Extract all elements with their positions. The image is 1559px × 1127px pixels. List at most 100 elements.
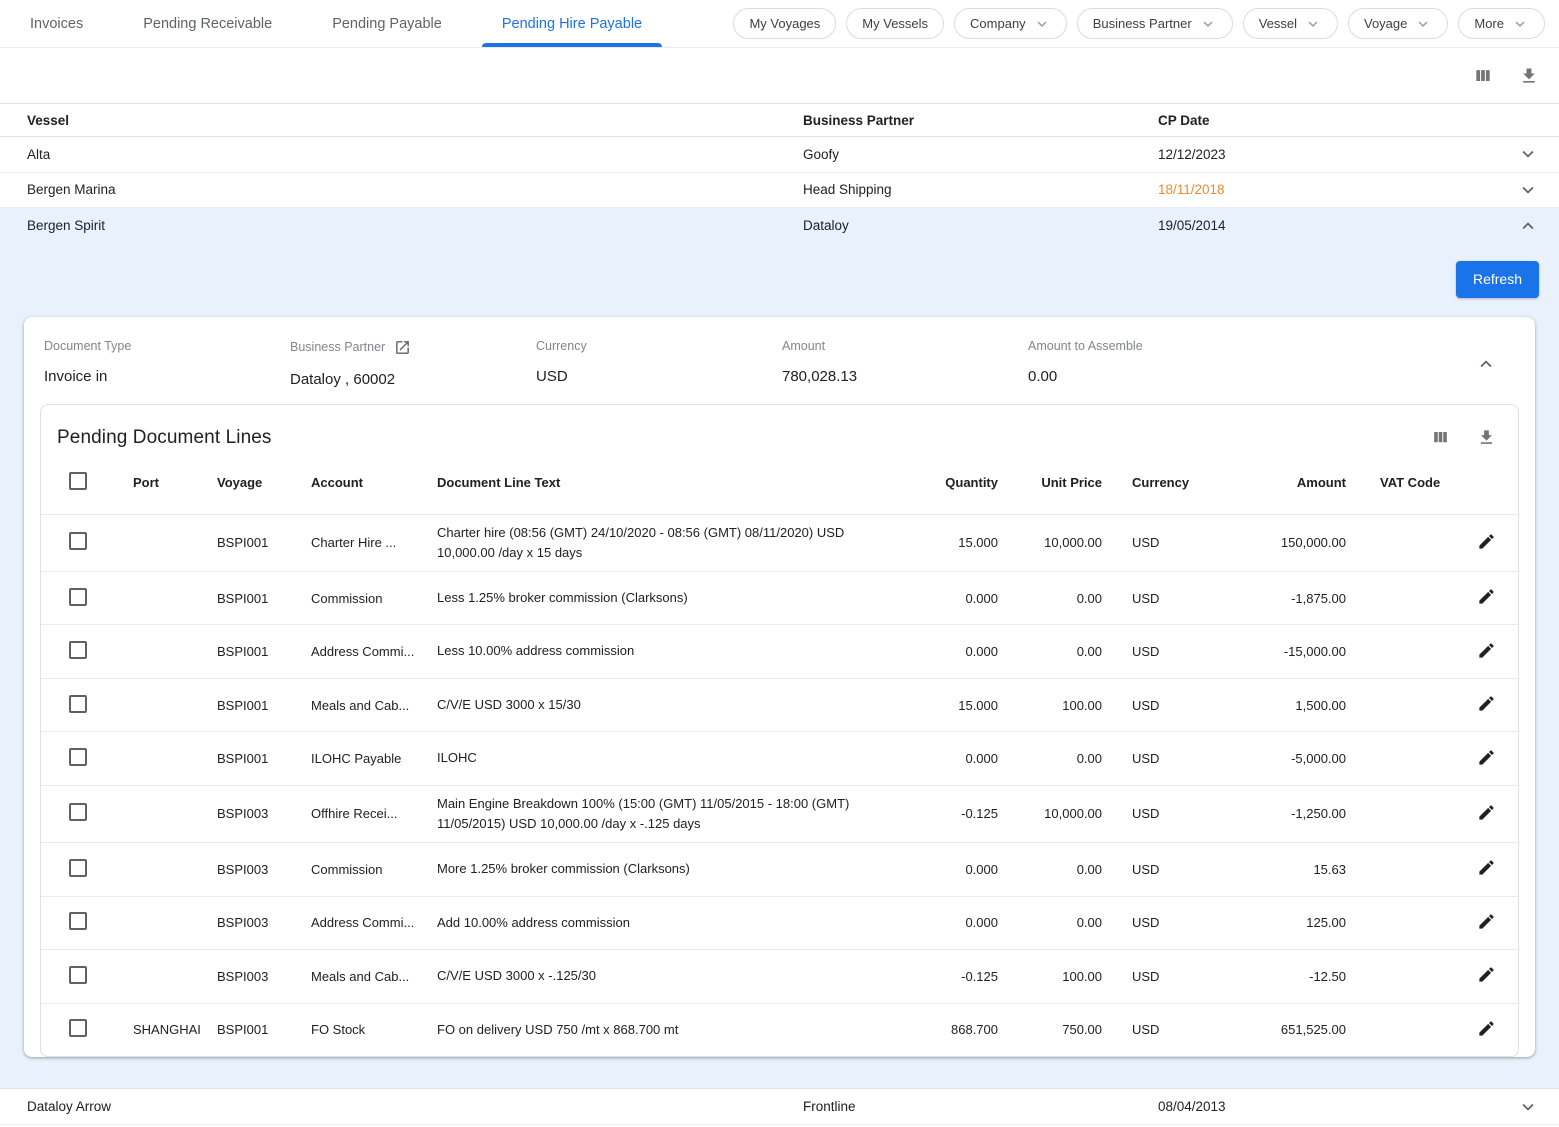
edit-line-icon[interactable] xyxy=(1477,532,1496,554)
vessel-name: Dataloy Arrow xyxy=(27,1099,803,1114)
row-checkbox[interactable] xyxy=(69,695,87,713)
document-line-text-cell: FO on delivery USD 750 /mt x 868.700 mt xyxy=(415,1012,918,1048)
document-field-document-type: Document Type Invoice in xyxy=(44,339,290,388)
tab-label: Pending Receivable xyxy=(143,16,272,32)
edit-line-icon[interactable] xyxy=(1477,803,1496,825)
document-field-business-partner: Business Partner Dataloy , 60002 xyxy=(290,339,536,388)
pending-document-lines-card: Pending Document Lines Port Voyage Accou… xyxy=(40,404,1519,1058)
lines-columns-icon[interactable] xyxy=(1428,426,1452,450)
quantity-cell: 0.000 xyxy=(918,751,1008,766)
cp-date: 08/04/2013 xyxy=(1158,1099,1497,1114)
edit-line-icon[interactable] xyxy=(1477,694,1496,716)
quantity-cell: 868.700 xyxy=(918,1022,1008,1037)
filter-chip-more[interactable]: More xyxy=(1458,8,1545,39)
voyage-cell: BSPI003 xyxy=(197,915,291,930)
tab-pending-receivable[interactable]: Pending Receivable xyxy=(113,0,302,47)
currency-cell: USD xyxy=(1112,644,1196,659)
filter-chip-my-voyages[interactable]: My Voyages xyxy=(733,8,836,39)
amount-cell: 125.00 xyxy=(1196,915,1356,930)
tab-label: Invoices xyxy=(30,16,83,32)
quantity-cell: 15.000 xyxy=(918,698,1008,713)
currency-cell: USD xyxy=(1112,698,1196,713)
document-line-row: BSPI003 Commission More 1.25% broker com… xyxy=(41,842,1518,896)
cp-date-column-header: CP Date xyxy=(1158,113,1497,128)
expanded-vessel-panel: Refresh Document Type Invoice in Busines… xyxy=(0,244,1559,1089)
tab-pending-hire-payable[interactable]: Pending Hire Payable xyxy=(472,0,672,47)
row-checkbox[interactable] xyxy=(69,966,87,984)
document-line-text-cell: Less 10.00% address commission xyxy=(415,633,918,669)
expand-chevron-icon[interactable] xyxy=(1497,179,1559,201)
row-checkbox[interactable] xyxy=(69,912,87,930)
voyage-column-header: Voyage xyxy=(197,475,291,490)
document-field-value: Invoice in xyxy=(44,368,290,385)
document-field-currency: Currency USD xyxy=(536,339,782,388)
vessel-name: Bergen Marina xyxy=(27,182,803,197)
tab-invoices[interactable]: Invoices xyxy=(0,0,113,47)
vessel-row-alta[interactable]: Alta Goofy 12/12/2023 xyxy=(0,137,1559,173)
quantity-cell: 0.000 xyxy=(918,862,1008,877)
filter-chip-company[interactable]: Company xyxy=(954,8,1067,39)
voyage-cell: BSPI003 xyxy=(197,806,291,821)
voyage-cell: BSPI001 xyxy=(197,698,291,713)
chevron-down-icon xyxy=(1511,15,1529,33)
vessel-row-bergen-spirit[interactable]: Bergen Spirit Dataloy 19/05/2014 xyxy=(0,208,1559,244)
open-in-new-icon[interactable] xyxy=(394,339,411,356)
amount-cell: -12.50 xyxy=(1196,969,1356,984)
document-line-row: BSPI001 Charter Hire ... Charter hire (0… xyxy=(41,514,1518,571)
expand-chevron-icon[interactable] xyxy=(1497,143,1559,165)
unit-price-cell: 0.00 xyxy=(1008,644,1112,659)
expand-chevron-icon[interactable] xyxy=(1497,1096,1559,1118)
quantity-cell: -0.125 xyxy=(918,806,1008,821)
unit-price-cell: 750.00 xyxy=(1008,1022,1112,1037)
filter-chip-business-partner[interactable]: Business Partner xyxy=(1077,8,1233,39)
vessel-name: Bergen Spirit xyxy=(27,218,803,233)
amount-cell: -15,000.00 xyxy=(1196,644,1356,659)
chevron-down-icon xyxy=(1414,15,1432,33)
expand-chevron-icon[interactable] xyxy=(1497,215,1559,237)
filter-chip-vessel[interactable]: Vessel xyxy=(1243,8,1338,39)
currency-cell: USD xyxy=(1112,535,1196,550)
vat-code-column-header: VAT Code xyxy=(1356,475,1448,490)
edit-line-icon[interactable] xyxy=(1477,912,1496,934)
refresh-button[interactable]: Refresh xyxy=(1456,261,1539,298)
voyage-cell: BSPI001 xyxy=(197,644,291,659)
quantity-cell: 0.000 xyxy=(918,591,1008,606)
quantity-cell: 15.000 xyxy=(918,535,1008,550)
filter-chip-label: Voyage xyxy=(1364,16,1407,31)
download-icon[interactable] xyxy=(1517,64,1541,88)
lines-download-icon[interactable] xyxy=(1474,426,1498,450)
filter-chip-my-vessels[interactable]: My Vessels xyxy=(846,8,944,39)
unit-price-cell: 100.00 xyxy=(1008,969,1112,984)
row-checkbox[interactable] xyxy=(69,803,87,821)
vessel-row-bergen-marina[interactable]: Bergen Marina Head Shipping 18/11/2018 xyxy=(0,173,1559,209)
tab-pending-payable[interactable]: Pending Payable xyxy=(302,0,472,47)
edit-line-icon[interactable] xyxy=(1477,965,1496,987)
pending-document-lines-title: Pending Document Lines xyxy=(57,427,272,449)
account-column-header: Account xyxy=(291,475,415,490)
filter-chip-voyage[interactable]: Voyage xyxy=(1348,8,1448,39)
row-checkbox[interactable] xyxy=(69,748,87,766)
voyage-cell: BSPI001 xyxy=(197,1022,291,1037)
edit-line-icon[interactable] xyxy=(1477,748,1496,770)
edit-line-icon[interactable] xyxy=(1477,1019,1496,1041)
vessel-table-header: Vessel Business Partner CP Date xyxy=(0,103,1559,137)
document-field-amount-to-assemble: Amount to Assemble 0.00 xyxy=(1028,339,1274,388)
edit-line-icon[interactable] xyxy=(1477,858,1496,880)
edit-line-icon[interactable] xyxy=(1477,641,1496,663)
document-line-text-cell: Main Engine Breakdown 100% (15:00 (GMT) … xyxy=(415,786,918,842)
row-checkbox[interactable] xyxy=(69,532,87,550)
edit-line-icon[interactable] xyxy=(1477,587,1496,609)
port-cell: SHANGHAI xyxy=(113,1022,197,1037)
document-header-fields: Document Type Invoice in Business Partne… xyxy=(24,317,1535,396)
collapse-document-icon[interactable] xyxy=(1475,353,1497,378)
tab-label: Pending Payable xyxy=(332,16,442,32)
row-checkbox[interactable] xyxy=(69,859,87,877)
document-field-value: 0.00 xyxy=(1028,368,1274,385)
columns-icon[interactable] xyxy=(1471,64,1495,88)
row-checkbox[interactable] xyxy=(69,588,87,606)
select-all-checkbox[interactable] xyxy=(69,472,87,490)
row-checkbox[interactable] xyxy=(69,1019,87,1037)
vessel-row-dataloy-arrow[interactable]: Dataloy Arrow Frontline 08/04/2013 xyxy=(0,1088,1559,1125)
unit-price-cell: 0.00 xyxy=(1008,591,1112,606)
row-checkbox[interactable] xyxy=(69,641,87,659)
